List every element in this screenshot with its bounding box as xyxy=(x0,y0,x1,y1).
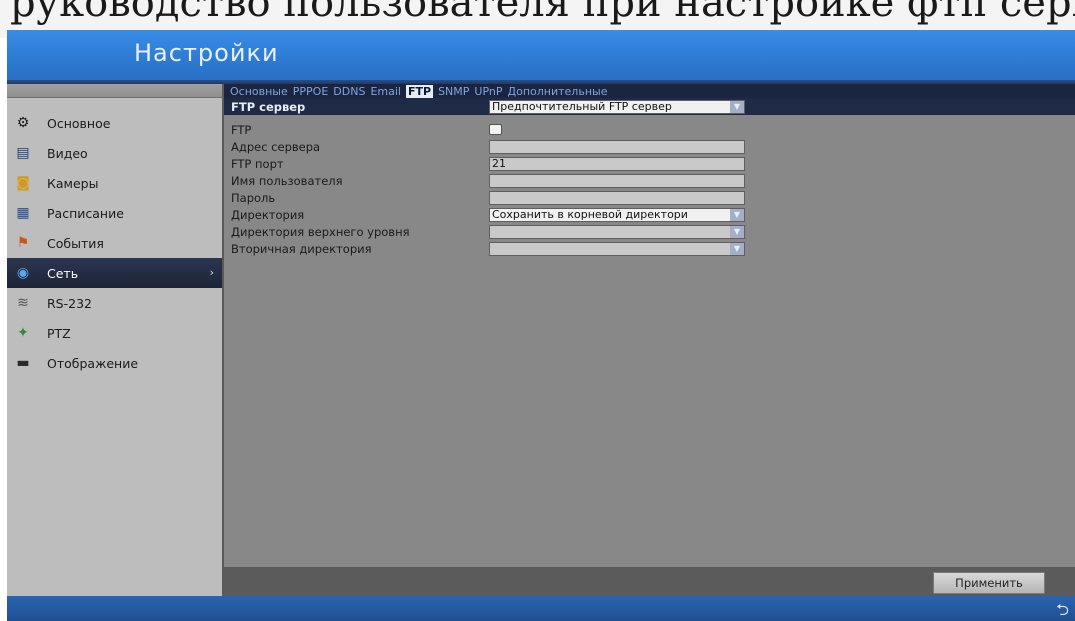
action-bar: Применить xyxy=(224,567,1075,596)
sidebar-item-events[interactable]: ⚑ События xyxy=(7,228,222,258)
tab-ddns[interactable]: DDNS xyxy=(333,85,365,98)
tab-bar: Основные PPPOE DDNS Email FTP SNMP UPnP … xyxy=(224,84,1075,98)
ftp-port-input[interactable]: 21 xyxy=(489,156,745,171)
sidebar-item-ptz[interactable]: ✦ PTZ xyxy=(7,318,222,348)
server-address-row: Адрес сервера xyxy=(224,138,1075,155)
ftp-port-row: FTP порт 21 xyxy=(224,155,1075,172)
tab-general[interactable]: Основные xyxy=(230,85,288,98)
ptz-icon: ✦ xyxy=(17,325,29,341)
ftp-enable-row: FTP xyxy=(224,121,1075,138)
tab-advanced[interactable]: Дополнительные xyxy=(508,85,608,98)
sidebar-item-rs232[interactable]: ≋ RS-232 xyxy=(7,288,222,318)
top-directory-row: Директория верхнего уровня ▼ xyxy=(224,223,1075,240)
directory-row: Директория Сохранить в корневой директор… xyxy=(224,206,1075,223)
apply-button[interactable]: Применить xyxy=(933,572,1045,594)
server-address-input[interactable] xyxy=(489,139,745,154)
top-directory-select[interactable]: ▼ xyxy=(489,224,745,239)
sub-directory-row: Вторичная директория ▼ xyxy=(224,240,1075,257)
username-input[interactable] xyxy=(489,173,745,188)
chevron-down-icon: ▼ xyxy=(730,225,744,238)
serial-icon: ≋ xyxy=(17,295,29,311)
sidebar-item-schedule[interactable]: ▦ Расписание xyxy=(7,198,222,228)
dvr-screen: Настройки ⚙ Основное ▤ Видео ◙ Камеры ▦ … xyxy=(7,30,1075,621)
footer-bar: ⮌ xyxy=(7,596,1075,621)
flag-icon: ⚑ xyxy=(16,235,30,251)
chevron-down-icon: ▼ xyxy=(730,242,744,255)
username-row: Имя пользователя xyxy=(224,172,1075,189)
password-input[interactable] xyxy=(489,190,745,205)
chevron-down-icon: ▼ xyxy=(730,100,744,113)
back-arrow-icon[interactable]: ⮌ xyxy=(1056,599,1069,621)
tab-email[interactable]: Email xyxy=(370,85,401,98)
sidebar-item-display[interactable]: ▬ Отображение xyxy=(7,348,222,378)
directory-select[interactable]: Сохранить в корневой директори ▼ xyxy=(489,207,745,222)
chevron-right-icon: › xyxy=(209,266,214,279)
password-row: Пароль xyxy=(224,189,1075,206)
tab-upnp[interactable]: UPnP xyxy=(474,85,502,98)
film-icon: ▤ xyxy=(16,145,30,161)
gear-icon: ⚙ xyxy=(16,115,30,131)
ftp-server-select[interactable]: Предпочтительный FTP сервер ▼ xyxy=(489,99,745,114)
monitor-icon: ▬ xyxy=(16,355,30,371)
sidebar-item-cameras[interactable]: ◙ Камеры xyxy=(7,168,222,198)
page-title: Настройки xyxy=(134,39,279,67)
tab-pppoe[interactable]: PPPOE xyxy=(293,85,329,98)
ftp-enable-checkbox[interactable] xyxy=(489,124,502,135)
settings-content: Основные PPPOE DDNS Email FTP SNMP UPnP … xyxy=(224,84,1075,596)
sidebar: ⚙ Основное ▤ Видео ◙ Камеры ▦ Расписание… xyxy=(7,84,224,596)
globe-icon: ◉ xyxy=(16,265,30,281)
sidebar-item-video[interactable]: ▤ Видео xyxy=(7,138,222,168)
sub-directory-select[interactable]: ▼ xyxy=(489,241,745,256)
settings-header: Настройки xyxy=(7,30,1075,80)
camera-icon: ◙ xyxy=(16,175,30,191)
sidebar-item-network[interactable]: ◉ Сеть › xyxy=(7,258,222,288)
sidebar-header xyxy=(7,84,222,98)
sidebar-item-general[interactable]: ⚙ Основное xyxy=(7,108,222,138)
chevron-down-icon: ▼ xyxy=(730,208,744,221)
tab-snmp[interactable]: SNMP xyxy=(438,85,469,98)
tab-ftp[interactable]: FTP xyxy=(405,84,434,98)
calendar-icon: ▦ xyxy=(16,205,30,221)
ftp-server-row: FTP сервер Предпочтительный FTP сервер ▼ xyxy=(224,98,1075,115)
